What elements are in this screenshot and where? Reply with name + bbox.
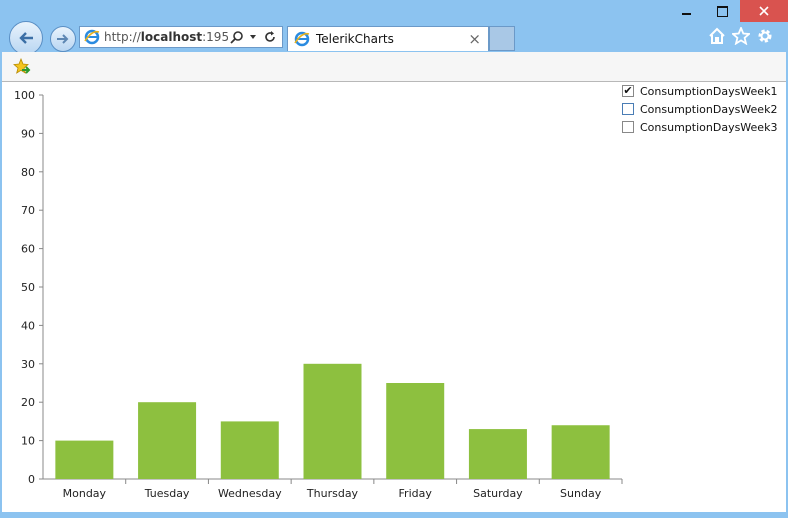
y-tick-label: 80 — [21, 166, 35, 179]
legend-checkbox-week2[interactable] — [622, 103, 634, 115]
ie-tab-icon — [294, 31, 310, 47]
new-tab-button[interactable] — [489, 26, 515, 51]
y-tick-label: 100 — [14, 89, 35, 102]
refresh-icon[interactable] — [263, 30, 277, 44]
x-tick-label: Tuesday — [144, 487, 190, 500]
favorites-star-icon[interactable] — [732, 27, 750, 45]
bar — [303, 363, 362, 479]
settings-gear-icon[interactable] — [756, 27, 774, 45]
maximize-icon — [716, 5, 728, 17]
chart-legend: ✔ ConsumptionDaysWeek1 ConsumptionDaysWe… — [622, 82, 777, 136]
y-tick-label: 0 — [28, 473, 35, 486]
close-icon — [759, 6, 769, 16]
y-tick-label: 50 — [21, 281, 35, 294]
minimize-button[interactable] — [668, 0, 704, 22]
forward-arrow-icon — [57, 34, 69, 44]
legend-label-week3: ConsumptionDaysWeek3 — [640, 120, 778, 134]
x-tick-label: Sunday — [560, 487, 602, 500]
bar — [468, 429, 527, 479]
ie-page-icon — [84, 29, 100, 45]
bar-chart: 0 10 20 30 40 50 60 70 80 90 100 Monday Tuesday Wedne… — [14, 89, 623, 500]
tab-title: TelerikCharts — [316, 32, 394, 46]
tab-close-button[interactable]: × — [468, 30, 481, 48]
x-tick-label: Monday — [63, 487, 107, 500]
legend-item-week2[interactable]: ConsumptionDaysWeek2 — [622, 100, 777, 118]
page-content: 0 10 20 30 40 50 60 70 80 90 100 Monday Tuesday Wedne… — [2, 82, 786, 512]
close-window-button[interactable] — [740, 0, 788, 22]
legend-checkbox-week3[interactable] — [622, 121, 634, 133]
browser-toolbar-right — [708, 27, 774, 45]
y-tick-label: 10 — [21, 435, 35, 448]
y-tick-label: 60 — [21, 243, 35, 256]
bar — [138, 402, 197, 479]
y-tick-label: 90 — [21, 127, 35, 140]
dropdown-arrow-icon[interactable] — [248, 32, 258, 42]
maximize-button[interactable] — [704, 0, 740, 22]
check-icon: ✔ — [623, 84, 633, 97]
y-tick-label: 40 — [21, 319, 35, 332]
back-arrow-icon — [19, 32, 33, 44]
back-button[interactable] — [9, 21, 43, 55]
tab-telerikcharts[interactable]: TelerikCharts × — [287, 26, 489, 51]
bar — [551, 425, 610, 479]
bar — [55, 440, 114, 479]
search-icon[interactable] — [230, 30, 244, 44]
x-tick-label: Saturday — [473, 487, 523, 500]
add-to-favorites-bar-icon[interactable] — [13, 58, 31, 76]
address-text: http://localhost:19543/ — [104, 30, 228, 44]
legend-label-week1: ConsumptionDaysWeek1 — [640, 84, 778, 98]
x-tick-label: Friday — [399, 487, 433, 500]
legend-item-week1[interactable]: ✔ ConsumptionDaysWeek1 — [622, 82, 777, 100]
bar — [220, 421, 279, 479]
y-tick-label: 20 — [21, 396, 35, 409]
x-tick-label: Thursday — [306, 487, 359, 500]
legend-checkbox-week1[interactable]: ✔ — [622, 85, 634, 97]
address-bar[interactable]: http://localhost:19543/ — [79, 26, 283, 48]
y-tick-label: 30 — [21, 358, 35, 371]
bar — [386, 383, 445, 479]
window-controls — [668, 0, 788, 22]
home-icon[interactable] — [708, 27, 726, 45]
legend-item-week3[interactable]: ConsumptionDaysWeek3 — [622, 118, 777, 136]
x-tick-label: Wednesday — [218, 487, 282, 500]
command-bar — [2, 52, 786, 82]
minimize-icon — [681, 13, 691, 15]
forward-button[interactable] — [50, 26, 76, 52]
legend-label-week2: ConsumptionDaysWeek2 — [640, 102, 778, 116]
browser-window: http://localhost:19543/ TelerikCharts × — [0, 0, 788, 518]
y-tick-label: 70 — [21, 204, 35, 217]
